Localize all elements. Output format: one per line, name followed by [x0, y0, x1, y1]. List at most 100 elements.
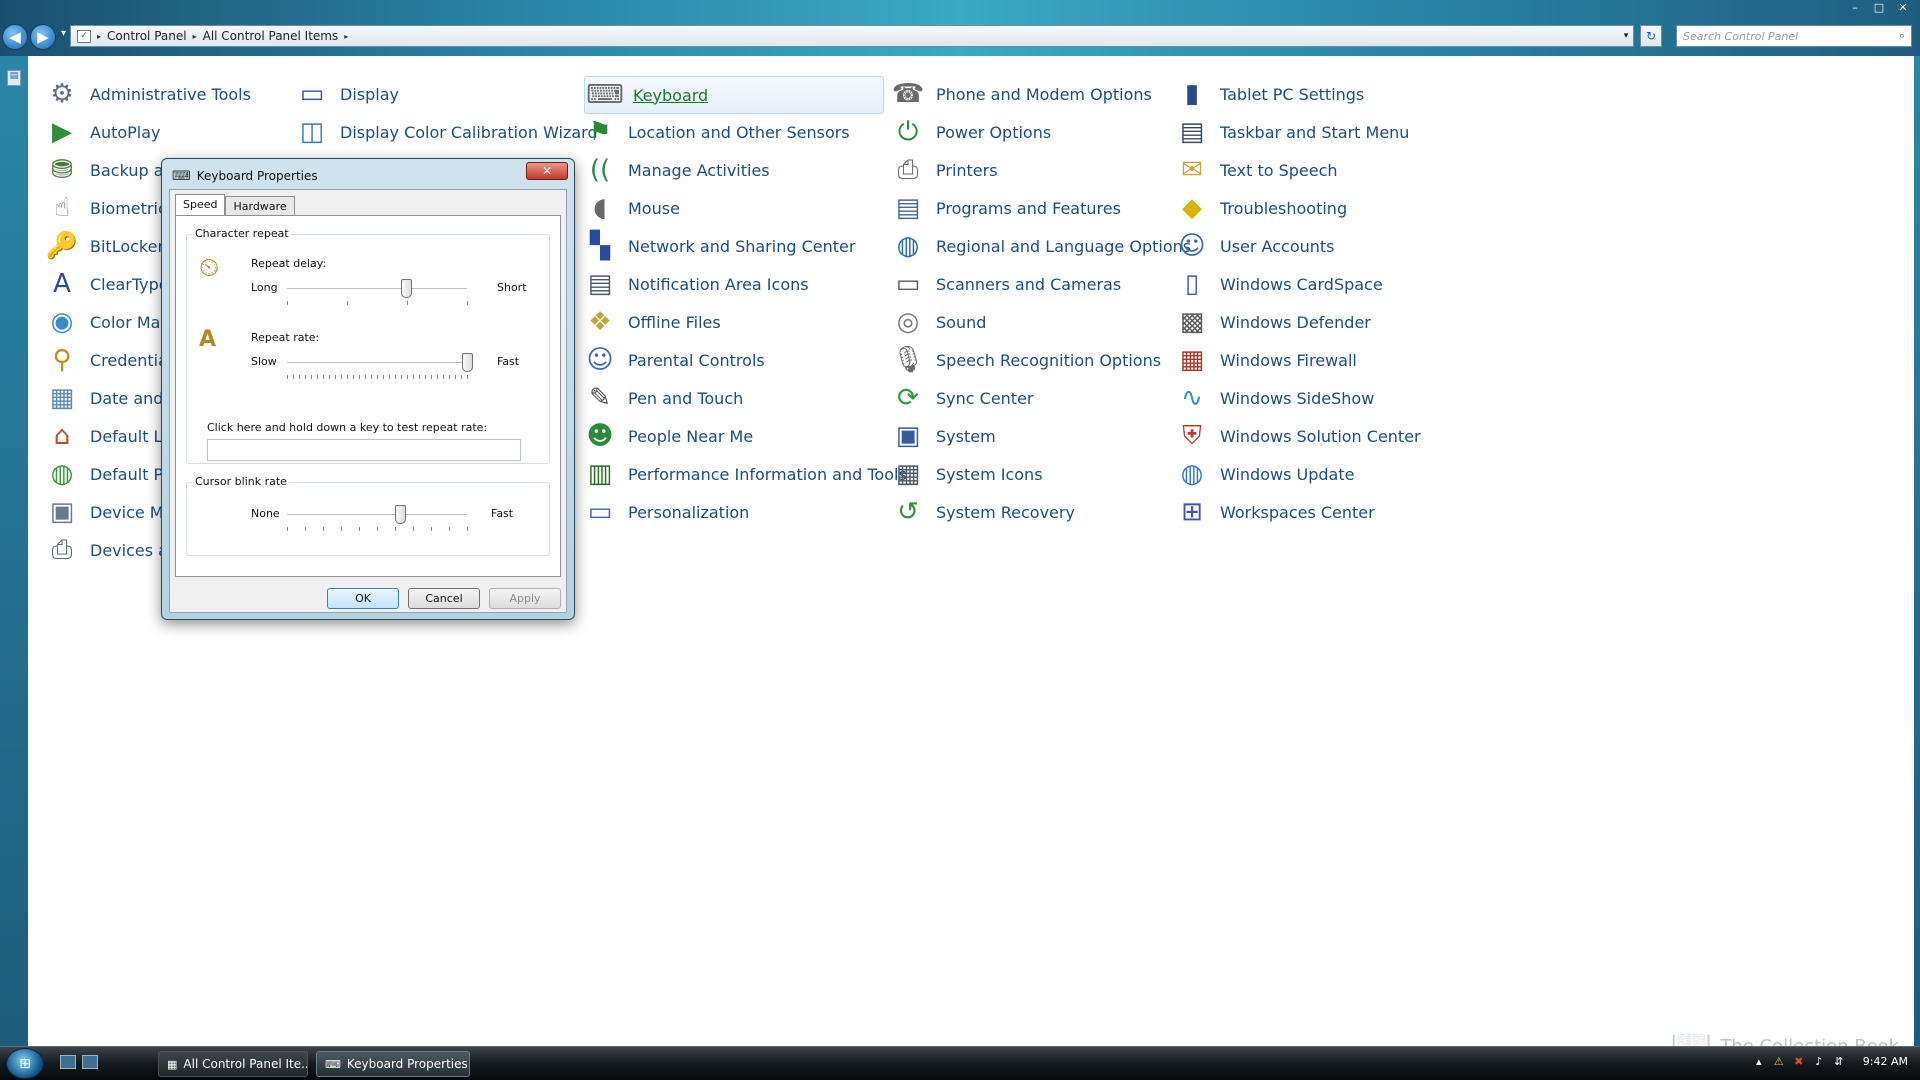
control-panel-item[interactable]: ⌨ Keyboard: [584, 76, 884, 114]
taskbar-button-keyboard-properties[interactable]: ⌨ Keyboard Properties: [316, 1051, 470, 1077]
search-icon[interactable]: ⌕: [1899, 29, 1905, 43]
control-panel-item[interactable]: ✎ Pen and Touch: [584, 380, 743, 416]
control-panel-item[interactable]: ∿ Windows SideShow: [1176, 380, 1374, 416]
control-panel-item[interactable]: 🎙 Speech Recognition Options: [892, 342, 1162, 378]
control-panel-item[interactable]: ☺ Parental Controls: [584, 342, 764, 378]
security-alert-icon[interactable]: ⚠: [1773, 1055, 1785, 1068]
control-panel-item[interactable]: ⎙ Printers: [892, 152, 998, 188]
control-panel-item[interactable]: ↺ System Recovery: [892, 494, 1075, 530]
close-window-button[interactable]: ✕: [1892, 0, 1914, 15]
control-panel-item-icon: ☺: [586, 345, 614, 375]
control-panel-item-label: Display Color Calibration Wizard: [340, 122, 598, 142]
back-button[interactable]: ◀: [2, 24, 28, 50]
control-panel-item[interactable]: ▥ Performance Information and Tools: [584, 456, 907, 492]
repeat-rate-slider-thumb[interactable]: [462, 353, 473, 372]
forward-button[interactable]: ▶: [30, 24, 56, 50]
control-panel-item[interactable]: ⊞ Workspaces Center: [1176, 494, 1375, 530]
control-panel-item[interactable]: ▦ System Icons: [892, 456, 1043, 492]
address-bar[interactable]: ✓ ▸ Control Panel ▸ All Control Panel It…: [70, 25, 1634, 47]
test-repeat-input[interactable]: [207, 439, 521, 461]
control-panel-item[interactable]: ▤ Notification Area Icons: [584, 266, 809, 302]
repeat-delay-track[interactable]: [287, 288, 467, 290]
control-panel-item[interactable]: ▭ Scanners and Cameras: [892, 266, 1122, 302]
breadcrumb-separator-icon[interactable]: ▸: [97, 32, 101, 41]
breadcrumb-control-panel[interactable]: Control Panel: [107, 29, 187, 43]
dialog-title-bar[interactable]: ⌨ Keyboard Properties: [168, 165, 568, 187]
control-panel-item[interactable]: ◍ Regional and Language Options: [892, 228, 1191, 264]
cursor-blink-slider-thumb[interactable]: [395, 505, 407, 524]
control-panel-item-icon: ▦: [895, 459, 921, 489]
breadcrumb-separator-icon[interactable]: ▸: [344, 32, 348, 41]
network-icon[interactable]: ⇵: [1833, 1055, 1845, 1068]
show-hidden-icons-icon[interactable]: ▴: [1753, 1055, 1765, 1068]
dialog-close-button[interactable]: ✕: [526, 162, 568, 180]
control-panel-item-icon: ⏻: [897, 116, 919, 147]
control-panel-item[interactable]: ◍ Windows Update: [1176, 456, 1355, 492]
control-panel-item-label: Windows Solution Center: [1220, 426, 1421, 446]
control-panel-item[interactable]: ▭ Display: [296, 76, 399, 112]
tab-hardware[interactable]: Hardware: [225, 196, 295, 215]
show-desktop-icon[interactable]: [60, 1055, 76, 1069]
control-panel-item[interactable]: ▯ Windows CardSpace: [1176, 266, 1383, 302]
repeat-delay-ticks: [287, 301, 469, 305]
control-panel-item[interactable]: ⟳ Sync Center: [892, 380, 1033, 416]
network-disconnected-icon[interactable]: ✖: [1793, 1055, 1805, 1068]
control-panel-item-label: Windows Defender: [1220, 312, 1371, 332]
control-panel-item[interactable]: ▚ Network and Sharing Center: [584, 228, 855, 264]
control-panel-item-icon: ⟳: [897, 383, 919, 413]
test-repeat-label: Click here and hold down a key to test r…: [207, 421, 488, 434]
control-panel-item[interactable]: ◆ Troubleshooting: [1176, 190, 1347, 226]
refresh-button[interactable]: ↻: [1640, 25, 1662, 47]
control-panel-item-icon: ▯: [1184, 269, 1200, 299]
switch-windows-icon[interactable]: [82, 1055, 98, 1069]
control-panel-item[interactable]: ☎ Phone and Modem Options: [892, 76, 1152, 112]
control-panel-item-label: Troubleshooting: [1220, 198, 1348, 218]
clock[interactable]: 9:42 AM: [1863, 1055, 1908, 1068]
control-panel-item[interactable]: ⚑ Location and Other Sensors: [584, 114, 849, 150]
cursor-blink-track[interactable]: [287, 514, 467, 516]
tab-speed[interactable]: Speed: [175, 194, 226, 215]
control-panel-item[interactable]: ▶ AutoPlay: [46, 114, 161, 150]
control-panel-item[interactable]: ⚙ Administrative Tools: [46, 76, 251, 112]
cancel-button[interactable]: Cancel: [408, 588, 480, 609]
control-panel-item[interactable]: ⛨ Windows Solution Center: [1176, 418, 1421, 454]
dialog-title: Keyboard Properties: [196, 169, 318, 183]
control-panel-item[interactable]: ◫ Display Color Calibration Wizard: [296, 114, 598, 150]
system-tray: ▴ ⚠ ✖ ♪ ⇵ 9:42 AM: [1753, 1055, 1914, 1068]
control-panel-item[interactable]: ◖ Mouse: [584, 190, 680, 226]
control-panel-item[interactable]: ▣ System: [892, 418, 996, 454]
recent-pages-dropdown[interactable]: ▾: [61, 28, 66, 39]
control-panel-item[interactable]: ⏻ Power Options: [892, 114, 1052, 150]
control-panel-item[interactable]: ❖ Offline Files: [584, 304, 720, 340]
control-panel-item[interactable]: ▤ Programs and Features: [892, 190, 1121, 226]
repeat-rate-track[interactable]: [287, 362, 467, 364]
control-panel-item[interactable]: ✉ Text to Speech: [1176, 152, 1337, 188]
control-panel-item[interactable]: ▦ Windows Firewall: [1176, 342, 1357, 378]
control-panel-item[interactable]: ▭ Personalization: [584, 494, 750, 530]
breadcrumb-separator-icon[interactable]: ▸: [193, 32, 197, 41]
control-panel-item-icon: ▭: [895, 269, 921, 299]
control-panel-item[interactable]: ☻ People Near Me: [584, 418, 753, 454]
breadcrumb-all-items[interactable]: All Control Panel Items: [203, 29, 339, 43]
apply-button[interactable]: Apply: [489, 588, 561, 609]
control-panel-item[interactable]: ▩ Windows Defender: [1176, 304, 1371, 340]
search-input[interactable]: Search Control Panel ⌕: [1676, 25, 1912, 47]
control-panel-item[interactable]: ◎ Sound: [892, 304, 987, 340]
control-panel-item[interactable]: ▮ Tablet PC Settings: [1176, 76, 1364, 112]
ok-button[interactable]: OK: [327, 588, 399, 609]
maximize-button[interactable]: □: [1868, 0, 1890, 15]
taskbar-button-control-panel[interactable]: ▦ All Control Panel Ite...: [158, 1051, 308, 1077]
minimize-button[interactable]: –: [1844, 0, 1866, 15]
control-panel-item[interactable]: ((Manage Activities: [584, 152, 770, 188]
volume-icon[interactable]: ♪: [1813, 1055, 1825, 1068]
repeat-rate-fast-label: Fast: [497, 355, 520, 368]
control-panel-item[interactable]: ☺ User Accounts: [1176, 228, 1334, 264]
repeat-delay-slider-thumb[interactable]: [400, 279, 412, 298]
control-panel-item[interactable]: ▤ Taskbar and Start Menu: [1176, 114, 1410, 150]
address-dropdown-icon[interactable]: ▾: [1619, 31, 1633, 41]
control-panel-item-icon: ⊞: [1181, 497, 1203, 527]
control-panel-item-icon: ✎: [589, 383, 611, 413]
start-button[interactable]: ⊞: [6, 1048, 44, 1079]
repeat-delay-icon: ⏲: [199, 253, 220, 283]
tasks-pane-icon[interactable]: ▤: [7, 70, 21, 86]
